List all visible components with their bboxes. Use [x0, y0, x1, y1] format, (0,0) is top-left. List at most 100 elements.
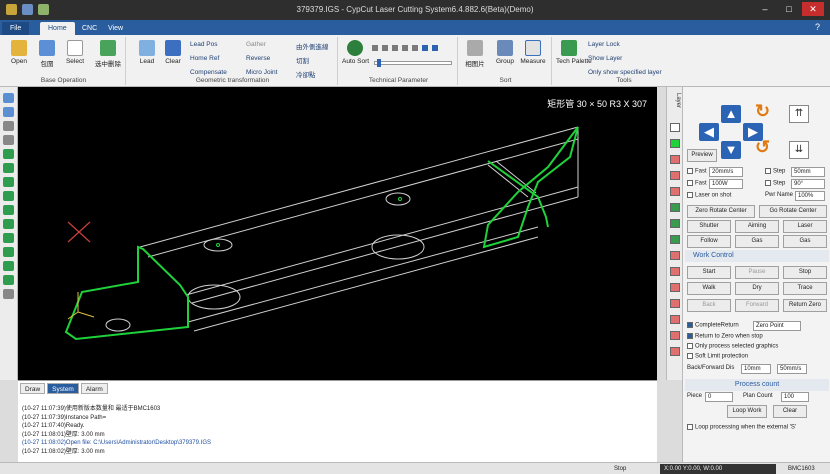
fast2-checkbox[interactable]: Fast: [687, 180, 707, 187]
follow-button[interactable]: Follow: [687, 235, 731, 248]
prev-icon[interactable]: [422, 45, 428, 51]
plan-count-field[interactable]: 100: [781, 392, 809, 402]
sort-tool-icon[interactable]: [382, 45, 388, 51]
polygon-tool-icon[interactable]: [3, 191, 14, 201]
soft-limit-checkbox[interactable]: Soft Limit protection: [687, 353, 748, 360]
sort-tool-icon[interactable]: [372, 45, 378, 51]
auto-sort-button[interactable]: Auto Sort: [342, 40, 369, 65]
layer-swatch[interactable]: [670, 347, 680, 356]
tab-home[interactable]: Home: [40, 22, 75, 35]
tech-palette-button[interactable]: Tech Palette: [556, 40, 592, 65]
tab-file[interactable]: File: [2, 22, 30, 35]
clear-count-button[interactable]: Clear: [773, 405, 807, 418]
jog-down-icon[interactable]: ▼: [721, 141, 741, 159]
outside-lead-button[interactable]: 由外側進線: [296, 41, 329, 51]
z-down-icon[interactable]: ⇊: [789, 141, 809, 159]
rotate-button[interactable]: 包圍: [34, 40, 60, 68]
close-icon[interactable]: ✕: [802, 2, 824, 16]
sort-tool-icon[interactable]: [412, 45, 418, 51]
drawing-canvas[interactable]: 矩形管 30 × 50 R3 X 307: [18, 87, 657, 380]
lead-pos-button[interactable]: Lead Pos: [190, 41, 217, 48]
walk-button[interactable]: Walk: [687, 282, 731, 295]
layer-swatch[interactable]: [670, 235, 680, 244]
select-button[interactable]: Select: [62, 40, 88, 65]
step-angle-field[interactable]: 90°: [791, 179, 825, 189]
zero-rotate-center-button[interactable]: Zero Rotate Center: [687, 205, 755, 218]
only-selected-checkbox[interactable]: Only process selected graphics: [687, 343, 778, 350]
ellipse-tool-icon[interactable]: [3, 205, 14, 215]
tab-draw[interactable]: Draw: [20, 383, 46, 394]
layer-swatch[interactable]: [670, 267, 680, 276]
jog-left-icon[interactable]: ◀: [699, 123, 719, 141]
polyline-tool-icon[interactable]: [3, 135, 14, 145]
step2-checkbox[interactable]: Step: [765, 180, 785, 187]
back-forward-dis-field[interactable]: 10mm: [741, 364, 771, 374]
layer-lock-button[interactable]: Layer Lock: [588, 41, 620, 48]
extend-tool-icon[interactable]: [3, 275, 14, 285]
layer-swatch[interactable]: [670, 155, 680, 164]
laser-button[interactable]: Laser: [783, 220, 827, 233]
rect-tool-icon[interactable]: [3, 177, 14, 187]
slider-thumb[interactable]: [377, 59, 381, 67]
layer-swatch[interactable]: [670, 331, 680, 340]
step-distance-field[interactable]: 50mm: [791, 167, 825, 177]
arc-tool-icon[interactable]: [3, 163, 14, 173]
piece-field[interactable]: 0: [705, 392, 733, 402]
group-button[interactable]: Group: [492, 40, 518, 65]
back-forward-speed-field[interactable]: 50mm/s: [777, 364, 807, 374]
layer-swatch[interactable]: [670, 283, 680, 292]
help-icon[interactable]: ?: [815, 22, 820, 32]
fast-power-field[interactable]: 100W: [709, 179, 743, 189]
sort-slider[interactable]: [374, 59, 452, 67]
z-up-icon[interactable]: ⇈: [789, 105, 809, 123]
step-checkbox[interactable]: Step: [765, 168, 785, 175]
zoom-tool-icon[interactable]: [3, 289, 14, 299]
maximize-icon[interactable]: □: [778, 2, 800, 16]
gas-button[interactable]: Gas: [735, 235, 779, 248]
clear-button[interactable]: Clear: [160, 40, 186, 65]
forward-button[interactable]: Forward: [735, 299, 779, 312]
tab-system[interactable]: System: [47, 383, 79, 394]
layer-swatch[interactable]: [670, 187, 680, 196]
measure-button[interactable]: Measure: [520, 40, 546, 65]
micro-joint-button[interactable]: Micro Joint: [246, 69, 277, 76]
line-tool-icon[interactable]: [3, 121, 14, 131]
layer-swatch[interactable]: [670, 219, 680, 228]
preview-button[interactable]: Preview: [687, 149, 717, 162]
reverse-button[interactable]: Reverse: [246, 55, 270, 62]
fast-checkbox[interactable]: Fast: [687, 168, 707, 175]
node-tool-icon[interactable]: [3, 107, 14, 117]
compensate-button[interactable]: Compensate: [190, 69, 227, 76]
layer-swatch[interactable]: [670, 315, 680, 324]
layer-swatch[interactable]: [670, 251, 680, 260]
complete-return-select[interactable]: Zero Point: [753, 321, 801, 331]
return-zero-stop-checkbox[interactable]: Return to Zero when stop: [687, 333, 763, 340]
array-button[interactable]: 相图片: [462, 40, 488, 68]
laser-on-shot-checkbox[interactable]: Laser on shot: [687, 192, 731, 199]
gather-button[interactable]: Gather: [246, 41, 266, 48]
go-rotate-center-button[interactable]: Go Rotate Center: [759, 205, 827, 218]
start-button[interactable]: Start: [687, 266, 731, 279]
offset-tool-icon[interactable]: [3, 247, 14, 257]
sort-tool-icon[interactable]: [402, 45, 408, 51]
tab-view[interactable]: View: [100, 22, 131, 35]
show-layer-button[interactable]: Show Layer: [588, 55, 622, 62]
shutter-button[interactable]: Shutter: [687, 220, 731, 233]
only-show-layer-button[interactable]: Only show specified layer: [588, 69, 662, 76]
open-button[interactable]: Open: [6, 40, 32, 65]
gas-select-button[interactable]: Gas: [783, 235, 827, 248]
pwr-value-field[interactable]: 100%: [795, 191, 825, 201]
minimize-icon[interactable]: –: [754, 2, 776, 16]
loop-processing-checkbox[interactable]: Loop processing when the external 'S': [687, 424, 796, 431]
rotate-cw-icon[interactable]: ↻: [755, 101, 770, 122]
aiming-button[interactable]: Aiming: [735, 220, 779, 233]
select-delete-button[interactable]: 选中删除: [92, 40, 124, 68]
pause-button[interactable]: Pause: [735, 266, 779, 279]
layer-swatch[interactable]: [670, 139, 680, 148]
home-ref-button[interactable]: Home Ref: [190, 55, 219, 62]
lead-button[interactable]: Lead: [134, 40, 160, 65]
complete-return-checkbox[interactable]: CompleteReturn: [687, 322, 739, 329]
next-icon[interactable]: [432, 45, 438, 51]
layer-swatch[interactable]: [670, 171, 680, 180]
fast-speed-field[interactable]: 20mm/s: [709, 167, 743, 177]
